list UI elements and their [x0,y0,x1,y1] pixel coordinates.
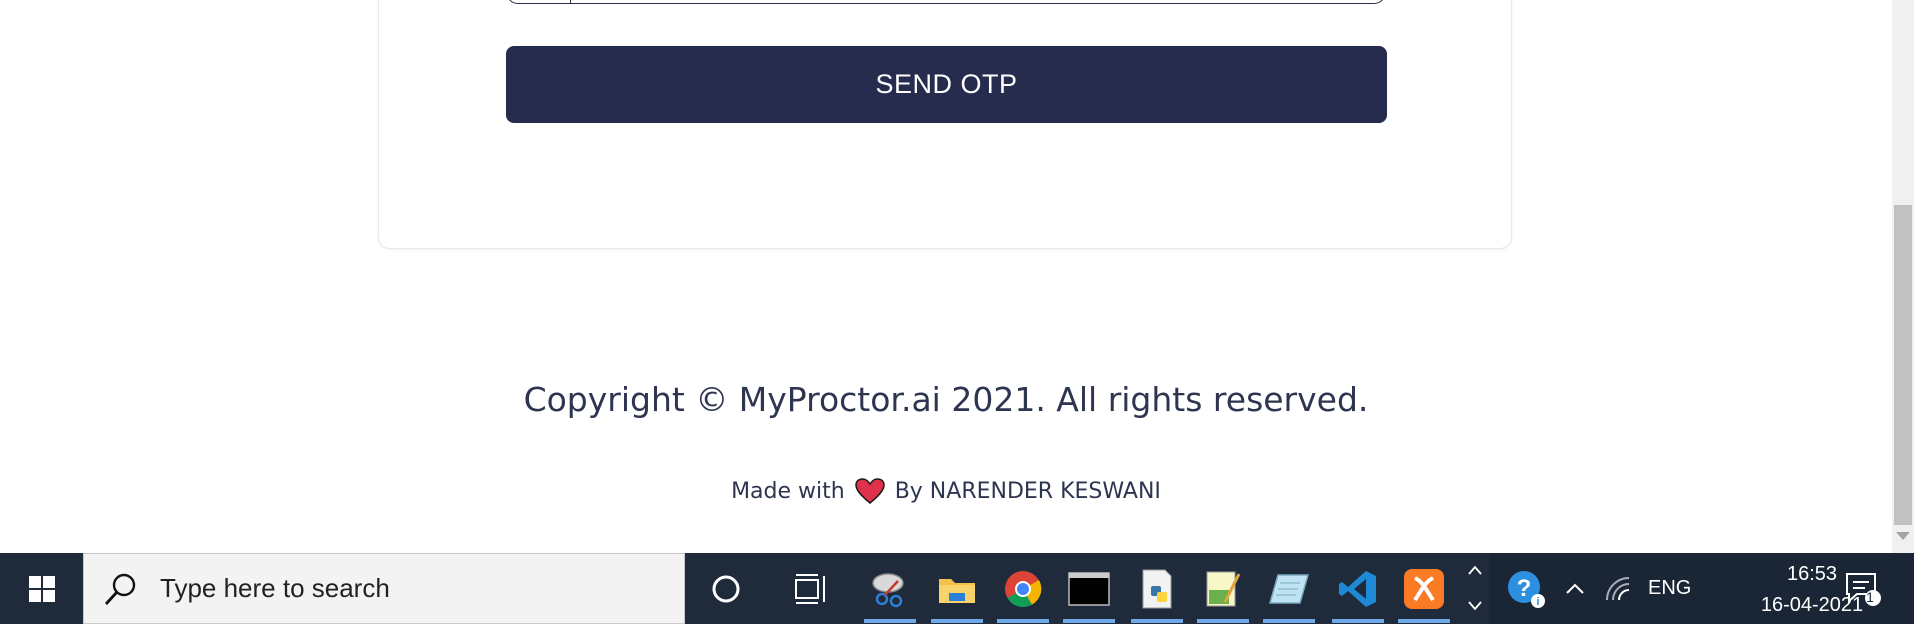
help-icon[interactable]: ? i [1504,567,1548,611]
xampp-icon[interactable] [1402,567,1446,611]
taskbar-search-box[interactable]: Type here to search [83,553,685,624]
taskbar-scroll-down-icon[interactable] [1464,595,1486,617]
notepad-plus-icon[interactable] [1201,567,1245,611]
heart-icon [854,478,885,504]
notification-count-badge: 1 [1866,589,1874,605]
app-active-indicator [1263,619,1315,623]
show-hidden-icons-chevron-icon[interactable] [1553,567,1597,611]
task-view-icon[interactable] [789,567,833,611]
app-active-indicator [997,619,1049,623]
phone-input[interactable] [506,0,1386,4]
windows-logo-icon [28,575,55,602]
form-card [378,0,1512,249]
app-active-indicator [864,619,916,623]
file-explorer-icon[interactable] [935,567,979,611]
language-indicator[interactable]: ENG [1648,577,1691,600]
vscode-icon[interactable] [1336,567,1380,611]
scroll-down-icon[interactable] [1896,532,1910,540]
search-icon [104,573,136,605]
svg-text:i: i [1536,596,1539,608]
made-with-prefix: Made with [731,478,845,504]
wifi-icon[interactable] [1598,567,1642,611]
chrome-icon[interactable] [1001,567,1045,611]
search-placeholder: Type here to search [160,573,390,603]
cortana-icon[interactable] [704,567,748,611]
terminal-icon[interactable] [1067,567,1111,611]
made-with-line: Made with By NARENDER KESWANI [0,478,1892,504]
page-scrollbar-thumb[interactable] [1894,205,1912,525]
app-active-indicator [1131,619,1183,623]
app-active-indicator [1398,619,1450,623]
start-button[interactable] [0,553,83,624]
app-active-indicator [931,619,983,623]
app-active-indicator [1063,619,1115,623]
python-idle-icon[interactable] [1135,567,1179,611]
send-otp-button[interactable]: SEND OTP [506,46,1387,123]
svg-text:?: ? [1517,575,1532,602]
made-with-author: By NARENDER KESWANI [894,478,1161,504]
taskbar-scroll-up-icon[interactable] [1464,559,1486,581]
app-active-indicator [1332,619,1384,623]
editor-icon[interactable] [1267,567,1311,611]
taskbar: Type here to search ? i ENG 16:53 16-04-… [0,553,1914,624]
copyright-text: Copyright © MyProctor.ai 2021. All right… [523,380,1369,419]
app-active-indicator [1197,619,1249,623]
snipping-tool-icon[interactable] [868,567,912,611]
